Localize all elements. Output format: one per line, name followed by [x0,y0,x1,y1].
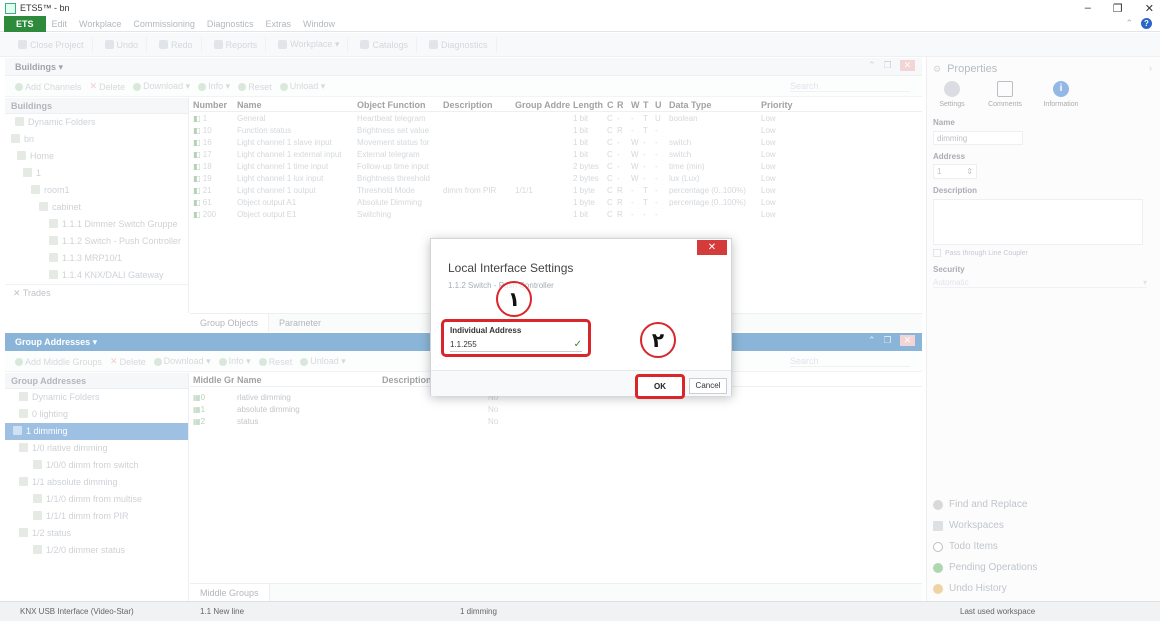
menu-edit[interactable]: Edit [46,19,74,29]
valid-check-icon: ✓ [573,339,582,350]
menu-extras[interactable]: Extras [259,19,297,29]
dialog-title: Local Interface Settings [448,261,574,275]
dialog-close-button[interactable]: ✕ [697,240,727,255]
menu-bar: ETS Edit Workplace Commissioning Diagnos… [0,15,1160,32]
maximize-button[interactable]: ❐ [1113,2,1123,15]
menu-workplace[interactable]: Workplace [73,19,127,29]
minimize-button[interactable]: – [1085,2,1091,14]
title-bar: ETS5™ - bn [0,0,1160,16]
menu-diagnostics[interactable]: Diagnostics [201,19,260,29]
help-icon[interactable]: ? [1141,18,1152,29]
status-bar: KNX USB Interface (Video-Star) 1.1 New l… [0,601,1160,621]
menu-window[interactable]: Window [297,19,341,29]
close-window-button[interactable]: ✕ [1145,2,1154,15]
step-marker-1: ۱ [496,281,532,317]
status-workspace[interactable]: Last used workspace [960,607,1035,616]
menu-ets[interactable]: ETS [4,15,46,32]
individual-address-box: ✓ [450,338,582,352]
menu-commissioning[interactable]: Commissioning [127,19,201,29]
ets-app-icon [5,2,16,14]
status-line[interactable]: 1.1 New line [200,607,460,616]
menu-right: ⌃ ? [1125,18,1152,29]
status-selected: 1 dimming [460,607,497,616]
step-marker-2: ۲ [640,322,676,358]
individual-address-input[interactable] [450,340,560,349]
window-title: ETS5™ - bn [20,3,70,13]
local-interface-settings-dialog: ✕ Local Interface Settings 1.1.2 Switch … [430,238,732,399]
individual-address-label: Individual Address [450,326,522,335]
ok-button[interactable]: OK [635,374,685,399]
cancel-button[interactable]: Cancel [689,378,727,394]
status-interface[interactable]: KNX USB Interface (Video-Star) [20,607,200,616]
individual-address-group: Individual Address ✓ [441,319,591,357]
collapse-ribbon-icon[interactable]: ⌃ [1125,18,1133,29]
window-controls: – ❐ ✕ [1085,0,1154,16]
dialog-footer [431,370,731,396]
